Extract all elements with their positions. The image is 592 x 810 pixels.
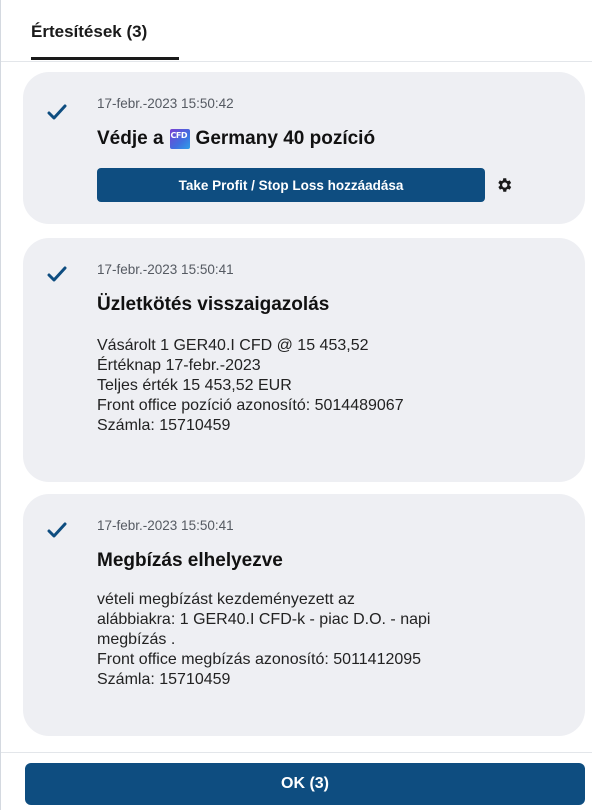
check-icon <box>47 522 67 538</box>
body-line: Számla: 15710459 <box>97 417 231 434</box>
notification-list[interactable]: 17-febr.-2023 15:50:42 Védje a CFD Germa… <box>1 62 592 752</box>
notification-timestamp: 17-febr.-2023 15:50:41 <box>97 518 234 533</box>
tab-bar: Értesítések (3) <box>1 0 592 62</box>
body-line: Front office pozíció azonosító: 50144890… <box>97 397 404 414</box>
check-icon <box>47 104 67 120</box>
add-take-profit-stop-loss-button[interactable]: Take Profit / Stop Loss hozzáadása <box>97 168 485 202</box>
notification-title: Üzletkötés visszaigazolás <box>97 294 330 315</box>
cfd-instrument-icon: CFD <box>169 129 190 149</box>
notification-title: Megbízás elhelyezve <box>97 550 283 571</box>
body-line: Vásárolt 1 GER40.I CFD @ 15 453,52 <box>97 337 369 354</box>
body-line: megbízás . <box>97 631 176 648</box>
body-line: Értéknap 17-febr.-2023 <box>97 357 261 374</box>
body-line: vételi megbízást kezdeményezett az <box>97 591 355 608</box>
dialog-footer: OK (3) <box>1 752 592 810</box>
notification-card[interactable]: 17-febr.-2023 15:50:41 Üzletkötés vissza… <box>23 238 585 482</box>
ok-button[interactable]: OK (3) <box>25 763 585 805</box>
title-prefix: Védje a <box>97 128 164 149</box>
body-line: alábbiakra: 1 GER40.I CFD-k - piac D.O. … <box>97 611 431 628</box>
notification-card[interactable]: 17-febr.-2023 15:50:42 Védje a CFD Germa… <box>23 72 585 224</box>
body-line: Front office megbízás azonosító: 5011412… <box>97 651 422 668</box>
title-suffix: Germany 40 pozíció <box>195 128 376 149</box>
notification-card[interactable]: 17-febr.-2023 15:50:41 Megbízás elhelyez… <box>23 494 585 736</box>
gear-icon[interactable] <box>495 176 513 194</box>
check-icon <box>47 266 67 282</box>
notification-body: Vásárolt 1 GER40.I CFD @ 15 453,52 Érték… <box>97 336 404 436</box>
notification-timestamp: 17-febr.-2023 15:50:42 <box>97 96 234 111</box>
notification-timestamp: 17-febr.-2023 15:50:41 <box>97 262 234 277</box>
body-line: Számla: 15710459 <box>97 671 231 688</box>
active-tab-indicator <box>31 57 179 60</box>
body-line: Teljes érték 15 453,52 EUR <box>97 377 292 394</box>
notification-title: Védje a CFD Germany 40 pozíció <box>97 128 375 150</box>
tab-notifications[interactable]: Értesítések (3) <box>31 22 147 42</box>
notification-body: vételi megbízást kezdeményezett az alább… <box>97 590 430 690</box>
